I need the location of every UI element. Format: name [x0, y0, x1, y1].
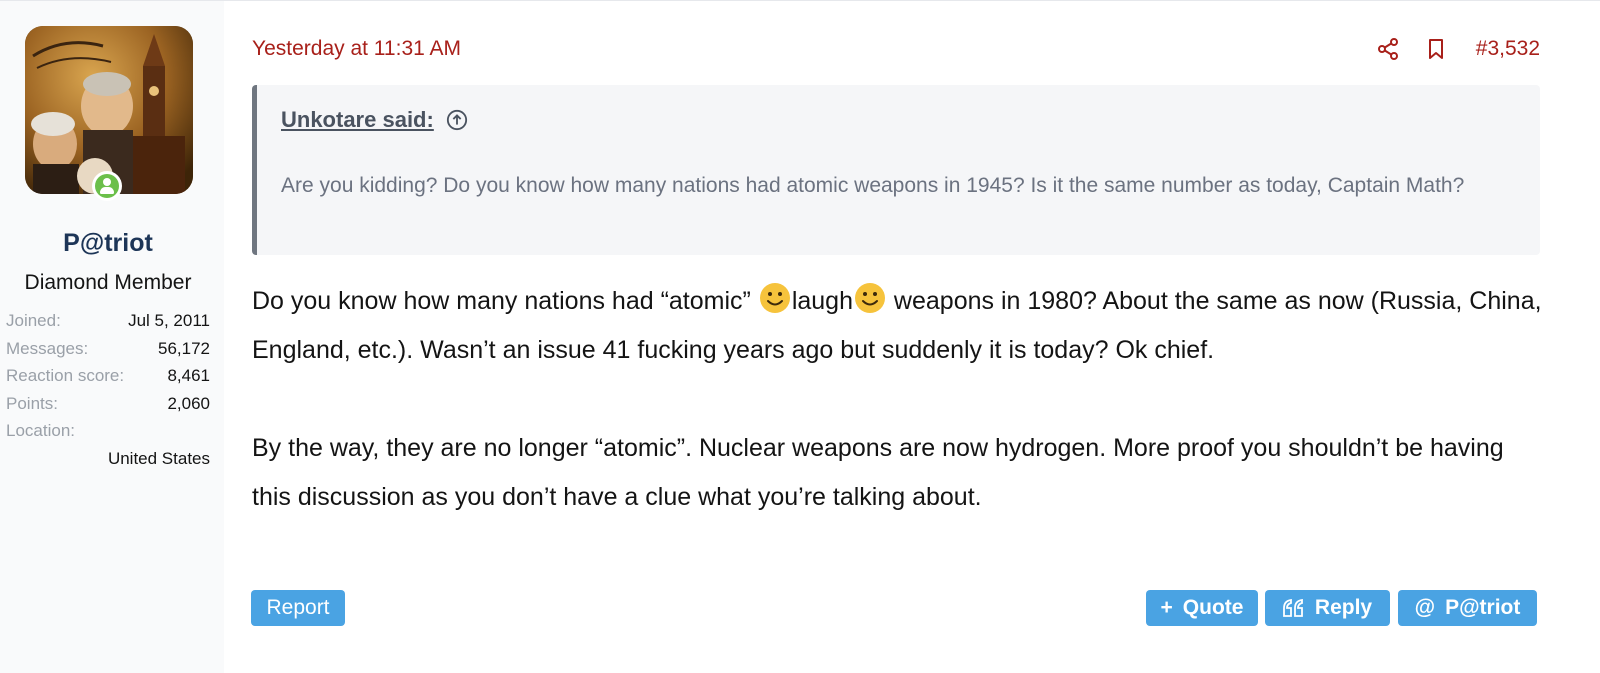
stat-value: Jul 5, 2011 — [128, 311, 210, 330]
stat-label: Joined: — [6, 311, 61, 330]
report-label: Report — [266, 596, 330, 619]
message-text: Do you know how many nations had “atomic… — [252, 287, 758, 315]
stat-location-value: United States — [107, 448, 210, 468]
user-stats: Joined: Jul 5, 2011 Messages: 56,172 Rea… — [6, 307, 210, 473]
at-icon: @ — [1414, 596, 1436, 619]
quote-button[interactable]: + Quote — [1146, 590, 1258, 626]
message-body: Do you know how many nations had “atomic… — [252, 277, 1542, 522]
stat-joined: Joined: Jul 5, 2011 — [6, 307, 210, 335]
stat-label: Reaction score: — [6, 366, 125, 385]
stat-reaction-score: Reaction score: 8,461 — [6, 362, 210, 390]
reply-button[interactable]: Reply — [1265, 590, 1390, 626]
share-icon[interactable] — [1376, 37, 1400, 61]
stat-label: Messages: — [6, 338, 89, 358]
quote-label: Quote — [1182, 596, 1244, 619]
forum-post: P@triot Diamond Member Joined: Jul 5, 20… — [0, 0, 1600, 673]
report-button[interactable]: Report — [251, 590, 345, 626]
mention-label: P@triot — [1445, 596, 1521, 619]
avatar-image — [25, 26, 193, 194]
quote-block: Unkotare said: Are you kidding? Do you k… — [252, 85, 1540, 255]
quote-attribution: Unkotare said: — [281, 107, 468, 133]
smiley-icon — [759, 283, 790, 313]
online-user-icon — [92, 171, 122, 201]
bookmark-icon[interactable] — [1424, 37, 1448, 61]
stat-location: Location: — [6, 417, 210, 445]
stat-value[interactable]: 2,060 — [167, 390, 210, 418]
stat-messages: Messages: 56,172 — [6, 335, 210, 363]
message-text: laugh — [791, 287, 853, 315]
reply-label: Reply — [1314, 596, 1373, 619]
post-header-actions: #3,532 — [1376, 33, 1540, 65]
user-info-column: P@triot Diamond Member Joined: Jul 5, 20… — [0, 1, 224, 673]
smiley-icon — [854, 283, 885, 313]
message-paragraph: By the way, they are no longer “atomic”.… — [252, 434, 1504, 511]
quote-author-link[interactable]: Unkotare said: — [281, 107, 434, 133]
stat-label: Location: — [6, 421, 75, 440]
avatar[interactable] — [25, 26, 193, 194]
post-number[interactable]: #3,532 — [1476, 37, 1540, 61]
arrow-up-circle-icon[interactable] — [446, 109, 468, 131]
plus-icon: + — [1160, 596, 1173, 619]
stat-label: Points: — [6, 393, 58, 413]
post-timestamp[interactable]: Yesterday at 11:31 AM — [252, 37, 461, 61]
stat-value: 8,461 — [167, 366, 210, 385]
mention-button[interactable]: @ P@triot — [1398, 590, 1537, 626]
user-title: Diamond Member — [24, 271, 192, 294]
stat-points: Points: 2,060 — [6, 390, 210, 418]
quote-marks-icon — [1283, 599, 1303, 617]
quote-text: Are you kidding? Do you know how many na… — [281, 174, 1465, 197]
username[interactable]: P@triot — [0, 229, 216, 258]
message-paragraph: Do you know how many nations had “atomic… — [252, 277, 1542, 375]
stat-value[interactable]: 56,172 — [158, 335, 210, 363]
